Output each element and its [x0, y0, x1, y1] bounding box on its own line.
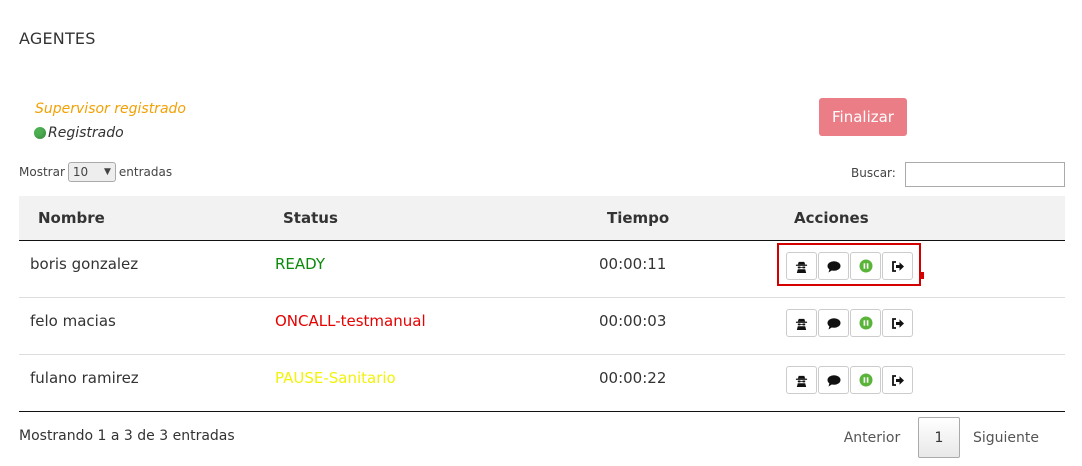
- pause-button[interactable]: [850, 366, 881, 394]
- logout-button[interactable]: [882, 252, 913, 280]
- spy-button[interactable]: [786, 309, 817, 337]
- highlight-marker: [920, 272, 924, 279]
- spy-icon: [795, 374, 808, 387]
- header-nombre[interactable]: Nombre: [38, 209, 105, 227]
- spy-button[interactable]: [786, 366, 817, 394]
- search-input[interactable]: [905, 162, 1065, 187]
- status-dot-icon: [34, 127, 46, 139]
- search-label: Buscar:: [851, 166, 896, 180]
- agent-actions: [786, 252, 913, 280]
- spy-button[interactable]: [786, 252, 817, 280]
- pause-button[interactable]: [850, 309, 881, 337]
- logout-icon: [891, 317, 905, 330]
- agent-name: boris gonzalez: [30, 255, 139, 273]
- pause-icon: [859, 259, 873, 273]
- prev-page-button[interactable]: Anterior: [826, 417, 918, 458]
- finalize-button[interactable]: Finalizar: [819, 98, 907, 136]
- chat-button[interactable]: [818, 252, 849, 280]
- chevron-down-icon: ▼: [103, 167, 111, 177]
- table-row: fulano ramirez PAUSE-Sanitario 00:00:22: [19, 355, 1065, 412]
- table-row: boris gonzalez READY 00:00:11: [19, 241, 1065, 298]
- logout-button[interactable]: [882, 309, 913, 337]
- length-control: Mostrar 10 ▼ entradas: [19, 162, 172, 182]
- chat-button[interactable]: [818, 366, 849, 394]
- length-prefix: Mostrar: [19, 165, 65, 179]
- chat-icon: [827, 260, 841, 273]
- agent-time: 00:00:11: [599, 255, 667, 273]
- page-title: AGENTES: [19, 29, 96, 48]
- table-row: felo macias ONCALL-testmanual 00:00:03: [19, 298, 1065, 355]
- logout-icon: [891, 260, 905, 273]
- table-header: Nombre Status Tiempo Acciones: [19, 196, 1065, 241]
- table-info: Mostrando 1 a 3 de 3 entradas: [19, 428, 235, 444]
- header-tiempo[interactable]: Tiempo: [607, 209, 669, 227]
- agent-status: PAUSE-Sanitario: [275, 369, 396, 387]
- chat-icon: [827, 317, 841, 330]
- agent-actions: [786, 309, 913, 337]
- pagination: Anterior 1 Siguiente: [826, 417, 1052, 458]
- agent-name: fulano ramirez: [30, 369, 139, 387]
- agent-status: ONCALL-testmanual: [275, 312, 426, 330]
- pause-icon: [859, 373, 873, 387]
- agent-actions: [786, 366, 913, 394]
- spy-icon: [795, 317, 808, 330]
- page-1-button[interactable]: 1: [918, 417, 960, 458]
- page-length-value: 10: [72, 165, 89, 179]
- supervisor-label: Supervisor registrado: [35, 101, 186, 117]
- header-status[interactable]: Status: [283, 209, 338, 227]
- agent-time: 00:00:22: [599, 369, 667, 387]
- header-acciones[interactable]: Acciones: [794, 209, 869, 227]
- supervisor-status-text: Registrado: [48, 125, 124, 141]
- logout-icon: [891, 374, 905, 387]
- agent-status: READY: [275, 255, 326, 273]
- pause-button[interactable]: [850, 252, 881, 280]
- chat-button[interactable]: [818, 309, 849, 337]
- agent-time: 00:00:03: [599, 312, 667, 330]
- page-length-select[interactable]: 10 ▼: [67, 162, 116, 182]
- length-suffix: entradas: [118, 165, 173, 179]
- spy-icon: [795, 260, 808, 273]
- agent-name: felo macias: [30, 312, 116, 330]
- pause-icon: [859, 316, 873, 330]
- supervisor-status: Registrado: [34, 125, 124, 141]
- logout-button[interactable]: [882, 366, 913, 394]
- next-page-button[interactable]: Siguiente: [960, 417, 1052, 458]
- chat-icon: [827, 374, 841, 387]
